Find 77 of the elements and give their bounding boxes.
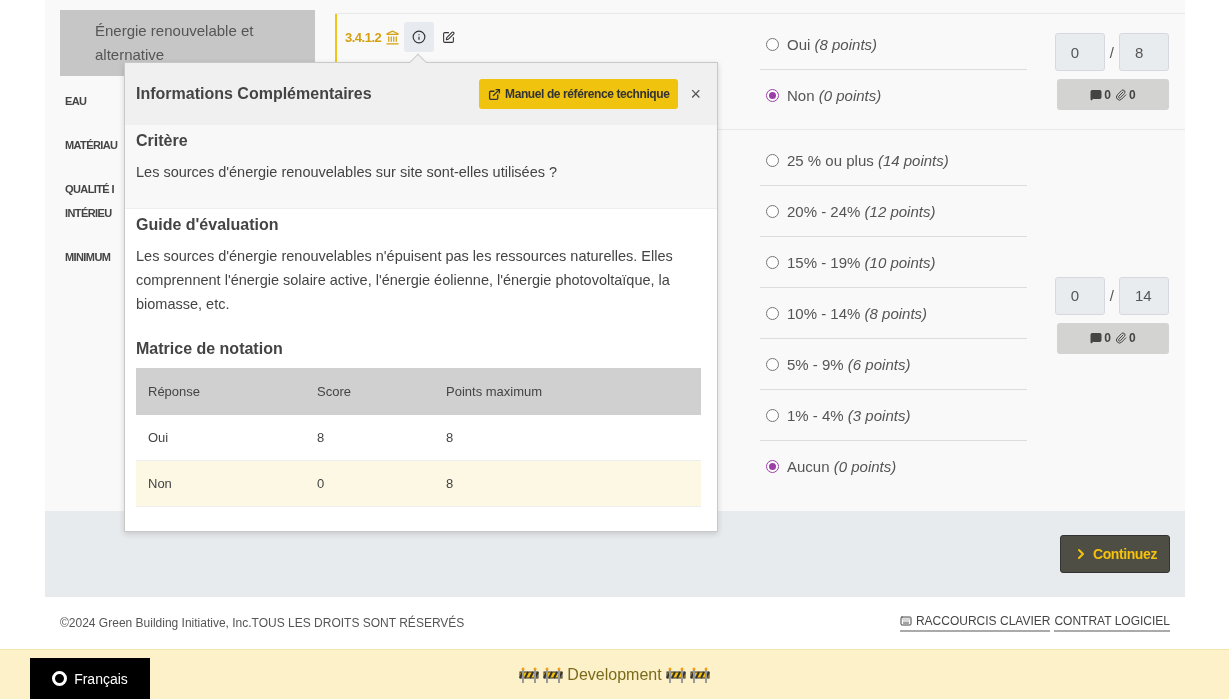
sidebar-item[interactable]: MINIMUM	[65, 245, 111, 269]
answer-option[interactable]: 1% - 4% (3 points)	[760, 390, 1027, 441]
language-button[interactable]: Français	[30, 658, 150, 699]
answer-label: Non (0 points)	[787, 87, 882, 104]
answer-label: 10% - 14% (8 points)	[787, 304, 928, 322]
answer-option[interactable]: Non (0 points)	[760, 70, 1027, 121]
answer-label: 1% - 4% (3 points)	[787, 406, 911, 424]
table-cell-text: 8	[445, 430, 455, 445]
footer-link[interactable]: CONTRAT LOGICIEL	[1054, 614, 1170, 632]
paperclip-icon	[1115, 88, 1127, 101]
radio-button[interactable]	[766, 89, 779, 102]
answer-option[interactable]: Aucun (0 points)	[760, 441, 1027, 492]
copyright-text: ©2024 Green Building Initiative, Inc.TOUS LES DROITS SONT RÉSERVÉS	[60, 616, 465, 630]
radio-button[interactable]	[766, 153, 779, 167]
column-header: Points maximum	[445, 384, 544, 399]
info-button[interactable]	[404, 22, 435, 52]
sidebar-item[interactable]: MATÉRIAU	[65, 133, 118, 157]
barrier-icon	[519, 666, 540, 683]
answer-option[interactable]: 20% - 24% (12 points)	[760, 186, 1027, 237]
column-header: Score	[316, 384, 352, 399]
manual-button[interactable]: Manuel de référence technique	[479, 79, 679, 109]
answer-label: 20% - 24% (12 points)	[787, 202, 936, 220]
info-icon	[412, 30, 427, 44]
max-score-field: 8	[1119, 33, 1169, 71]
comment-icon	[1090, 88, 1103, 101]
continue-button[interactable]: Continuez	[1059, 535, 1170, 573]
criterion-text: Les sources d'énergie renouvelables sur site sont-elles utilisées ?	[136, 163, 559, 182]
answer-option[interactable]: 5% - 9% (6 points)	[760, 339, 1027, 390]
radio-button[interactable]	[766, 255, 779, 269]
barrier-icon	[665, 666, 686, 683]
radio-button[interactable]	[766, 37, 779, 51]
comment-icon	[1090, 332, 1103, 344]
keyboard-icon	[899, 615, 912, 627]
radio-button[interactable]	[766, 460, 779, 473]
max-score-field: 14	[1119, 276, 1169, 315]
criterion-code: 3.4.1.2	[345, 29, 382, 45]
footer-link[interactable]: RACCOURCIS CLAVIER	[899, 614, 1051, 632]
barrier-icon	[543, 666, 564, 683]
answer-option[interactable]: Oui (8 points)	[760, 19, 1027, 70]
section-heading: Critère	[136, 132, 189, 150]
table-cell-text: 8	[445, 476, 455, 491]
sidebar-item[interactable]: QUALITÉ I INTÉRIEU	[65, 177, 114, 225]
answer-option[interactable]: 25 % ou plus (14 points)	[760, 135, 1027, 186]
answer-label: 25 % ou plus (14 points)	[787, 151, 949, 169]
popover-title: Informations Complémentaires	[136, 85, 373, 103]
table-cell-text: 0	[316, 476, 326, 491]
section-heading: Guide d'évaluation	[136, 216, 280, 234]
external-link-icon	[488, 87, 502, 101]
environment-label: Development	[519, 665, 710, 684]
table-cell-text: Oui	[147, 430, 170, 445]
score-field[interactable]: 0	[1054, 276, 1105, 315]
close-button[interactable]: ×	[686, 83, 701, 105]
answer-option[interactable]: 10% - 14% (8 points)	[760, 288, 1027, 339]
section-heading: Matrice de notation	[136, 340, 284, 358]
answer-label: 15% - 19% (10 points)	[787, 253, 936, 271]
answer-label: Aucun (0 points)	[787, 458, 897, 475]
radio-button[interactable]	[766, 306, 779, 320]
answer-label: Oui (8 points)	[787, 35, 878, 53]
separator: /	[1109, 287, 1114, 304]
answer-label: 5% - 9% (6 points)	[787, 355, 911, 373]
guide-text: Les sources d'énergie renouvelables n'épuisent pas les ressources naturelles. Elles comprennent l'énergie solaire active, l'énergie éolienne, l'énergie photovoltaïque, la biomasse, etc.	[136, 247, 674, 314]
column-header: Réponse	[147, 384, 202, 399]
edit-icon[interactable]	[442, 30, 456, 44]
separator: /	[1109, 43, 1114, 61]
barrier-icon	[689, 666, 710, 683]
radio-button[interactable]	[766, 408, 779, 422]
notes-button[interactable]: 0 0	[1057, 322, 1169, 354]
radio-button[interactable]	[766, 357, 779, 371]
table-cell-text: 8	[316, 430, 326, 445]
table-cell-text: Non	[147, 476, 173, 491]
building-icon	[385, 29, 401, 45]
notes-button[interactable]: 0 0	[1057, 79, 1169, 110]
sidebar-item[interactable]: EAU	[65, 89, 87, 113]
score-field[interactable]: 0	[1054, 33, 1105, 71]
radio-button[interactable]	[766, 204, 779, 218]
paperclip-icon	[1115, 332, 1127, 344]
answer-option[interactable]: 15% - 19% (10 points)	[760, 237, 1027, 288]
